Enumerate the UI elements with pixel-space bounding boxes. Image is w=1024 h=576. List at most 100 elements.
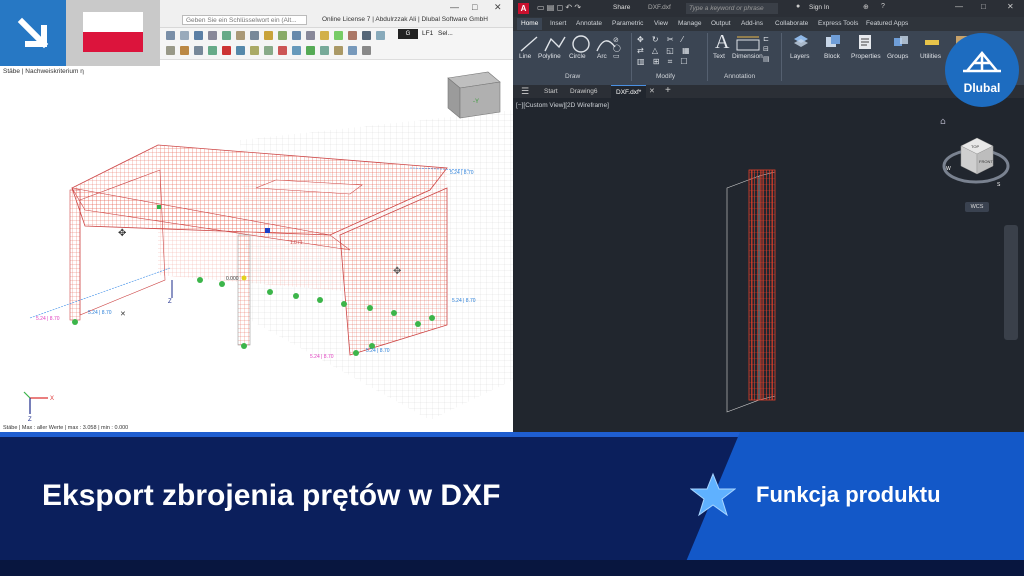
block-button[interactable]: Block	[824, 53, 840, 60]
tab-close-icon[interactable]: ✕	[649, 87, 655, 95]
axis-x-label: X	[50, 396, 54, 402]
home-icon[interactable]: ⌂	[940, 117, 946, 127]
small-draw-icons[interactable]: ⊘ ◯ ▭	[613, 36, 621, 60]
bridge-logo-icon	[963, 51, 1001, 73]
model-label: 5.24 | 8.70	[310, 354, 334, 360]
group-separator	[781, 33, 782, 81]
global-axis-icon: X Z	[23, 391, 54, 423]
view-cube-label: -Y	[473, 99, 479, 105]
arc-button[interactable]: Arc	[597, 53, 607, 60]
properties-button[interactable]: Properties	[851, 53, 881, 60]
group-annotation-label[interactable]: Annotation	[724, 73, 755, 80]
poland-flag-icon	[83, 12, 143, 52]
tab-express-tools[interactable]: Express Tools	[818, 20, 858, 27]
small-annotation-icons[interactable]: ⊏ ⊟ ▤	[763, 35, 770, 65]
utilities-icon[interactable]	[924, 34, 940, 50]
dimension-icon[interactable]	[735, 34, 761, 54]
model-label: Z	[168, 299, 172, 305]
group-draw-label[interactable]: Draw	[565, 73, 580, 80]
dlubal-logo-text: Dlubal	[963, 81, 1001, 95]
dlubal-logo: Dlubal	[945, 33, 1019, 107]
model-label: 5.24 | 8.70	[450, 170, 474, 176]
tab-parametric[interactable]: Parametric	[612, 20, 643, 27]
model-label: 1.871	[290, 240, 303, 246]
tab-view[interactable]: View	[654, 20, 668, 27]
autocad-titlebar: A ▭ ▤ ◻ ↶ ↷ Share DXF.dxf Type a keyword…	[513, 0, 1024, 17]
autocad-search-input[interactable]: Type a keyword or phrase	[686, 3, 778, 14]
navigation-bar[interactable]	[1004, 225, 1018, 340]
menu-icon[interactable]: ☰	[521, 86, 529, 97]
group-modify-label[interactable]: Modify	[656, 73, 675, 80]
tab-insert[interactable]: Insert	[550, 20, 566, 27]
tab-add-ins[interactable]: Add-ins	[741, 20, 763, 27]
move-cursor-icon: ✥	[393, 266, 401, 277]
dxf-drawing-area[interactable]: ⌂ TOP FRONT W S	[513, 100, 1024, 430]
view-cube[interactable]: -Y	[447, 71, 501, 119]
tab-featured-apps[interactable]: Featured Apps	[866, 20, 908, 27]
polyline-button[interactable]: Polyline	[538, 53, 561, 60]
node-marker	[157, 205, 161, 209]
model-label: 5.24 | 8.70	[36, 316, 60, 322]
autocad-logo-icon[interactable]: A	[518, 3, 529, 14]
axis-z-label: Z	[28, 417, 32, 423]
tab-start[interactable]: Start	[544, 88, 558, 95]
middle-column	[237, 234, 251, 346]
line-icon[interactable]	[520, 36, 538, 52]
modify-tools-icons[interactable]: ✥ ↻ ✂ ⁄ ⇄ △ ◱ ▦ ▥ ⊞ ⌗ ☐	[637, 34, 693, 67]
share-button[interactable]: Share	[613, 4, 630, 11]
autocad-view-cube[interactable]: TOP FRONT W S	[942, 137, 1010, 188]
text-icon[interactable]: A	[715, 31, 729, 54]
model-label: 5.24 | 8.70	[452, 298, 476, 304]
move-cursor-icon: ✥	[118, 228, 126, 239]
groups-button[interactable]: Groups	[887, 53, 908, 60]
tab-dxf[interactable]: DXF.dxf*	[611, 85, 647, 98]
banner-content: Eksport zbrojenia prętów w DXF Funkcja p…	[0, 432, 1024, 576]
new-tab-icon[interactable]: +	[665, 85, 671, 96]
language-badge	[66, 0, 160, 66]
model-label: 5.24 | 8.70	[366, 348, 390, 354]
file-title: DXF.dxf	[648, 4, 671, 11]
dimension-button[interactable]: Dimension	[732, 53, 763, 60]
cube-front-label: FRONT	[979, 159, 993, 164]
layers-button[interactable]: Layers	[790, 53, 810, 60]
tab-annotate[interactable]: Annotate	[576, 20, 602, 27]
maximize-icon[interactable]: □	[981, 2, 986, 11]
groups-icon[interactable]	[893, 34, 909, 50]
text-button[interactable]: Text	[713, 53, 725, 60]
group-separator	[707, 33, 708, 81]
arrow-down-right-icon	[17, 17, 49, 49]
cube-top-label: TOP	[971, 144, 979, 149]
compass-west-label: W	[946, 166, 951, 172]
quick-access-icons[interactable]: ▭ ▤ ◻ ↶ ↷	[537, 3, 581, 12]
star-icon	[690, 472, 736, 517]
tab-output[interactable]: Output	[711, 20, 731, 27]
status-text: Stäbe | Max : aller Werte | max : 3.058 …	[3, 425, 129, 431]
compass-south-label: S	[997, 182, 1001, 188]
properties-icon[interactable]	[857, 34, 873, 50]
node-marker	[265, 228, 270, 233]
line-button[interactable]: Line	[519, 53, 531, 60]
banner-title: Eksport zbrojenia prętów w DXF	[42, 479, 501, 512]
help-icon[interactable]: ?	[881, 3, 885, 10]
tab-drawing6[interactable]: Drawing6	[570, 88, 597, 95]
block-icon[interactable]	[825, 34, 841, 50]
tab-home[interactable]: Home	[517, 18, 543, 30]
sign-in-button[interactable]: Sign In	[809, 4, 829, 11]
thumbnail: Geben Sie ein Schlüsselwort ein (Alt... …	[0, 0, 1024, 576]
user-icon: ●	[796, 3, 801, 10]
circle-icon[interactable]	[572, 35, 590, 53]
utilities-button[interactable]: Utilities	[920, 53, 941, 60]
model-label: 0.000	[226, 276, 239, 282]
ribbon-tabs: Home Insert Annotate Parametric View Man…	[513, 17, 1024, 31]
wcs-dropdown[interactable]: WCS	[965, 202, 989, 212]
polyline-icon[interactable]	[544, 36, 566, 52]
layers-icon[interactable]	[793, 34, 809, 50]
circle-button[interactable]: Circle	[569, 53, 586, 60]
minimize-icon[interactable]: —	[955, 2, 963, 11]
rebar-cage	[748, 169, 776, 401]
cart-icon[interactable]: ⊕	[863, 3, 869, 11]
close-icon[interactable]: ✕	[1007, 2, 1014, 11]
tab-manage[interactable]: Manage	[678, 20, 702, 27]
arrow-badge	[0, 0, 66, 66]
tab-collaborate[interactable]: Collaborate	[775, 20, 808, 27]
